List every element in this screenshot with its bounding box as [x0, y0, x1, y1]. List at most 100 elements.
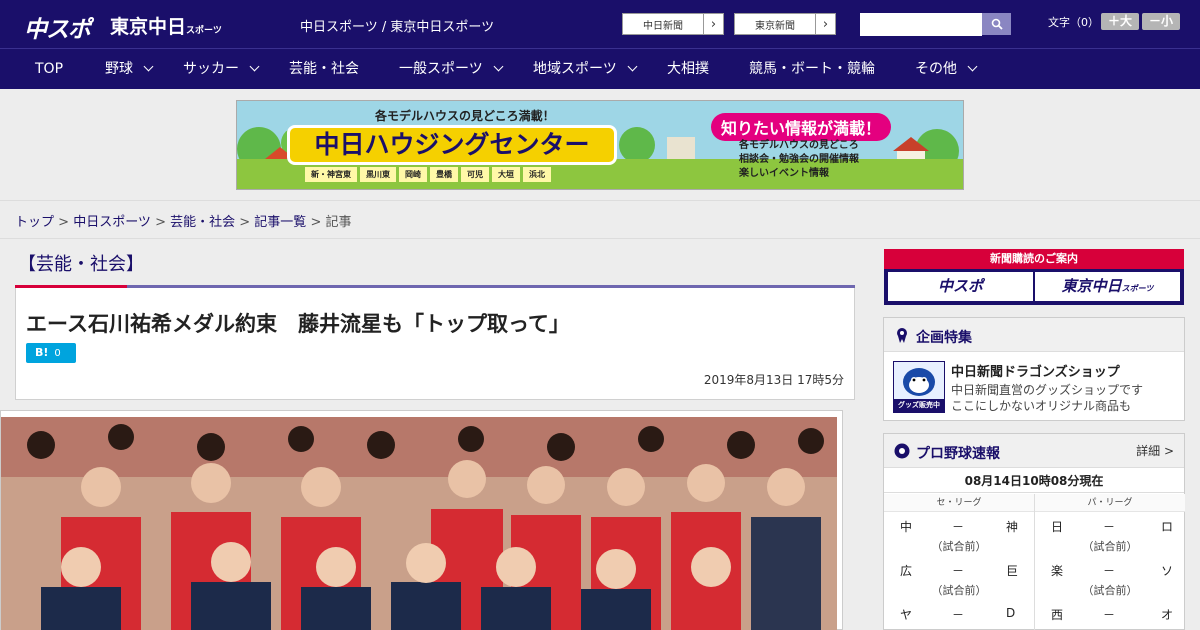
hatena-bookmark-count: 0 [54, 348, 61, 359]
breadcrumb: トップ > 中日スポーツ > 芸能・社会 > 記事一覧 > 記事 [15, 211, 352, 230]
article-title: エース石川祐希メダル約束 藤井流星も「トップ取って」 [26, 312, 570, 336]
breadcrumb-top[interactable]: トップ [15, 215, 54, 230]
subscribe-tokyo-chunichi-button[interactable]: 東京中日スポーツ [1035, 272, 1180, 301]
mascot-icon [903, 368, 935, 396]
banner-city: 可児 [461, 167, 489, 182]
breadcrumb-bar: トップ > 中日スポーツ > 芸能・社会 > 記事一覧 > 記事 [0, 200, 1200, 239]
article-photo-image [1, 417, 837, 630]
banner-city: 大垣 [492, 167, 520, 182]
special-feature-card: 企画特集 グッズ販売中 中日新聞ドラゴンズショップ 中日新聞直営のグッズショップ… [883, 317, 1185, 421]
accent-bar-blue [127, 285, 855, 288]
nav-label: TOP [35, 61, 64, 77]
tokyo-shimbun-link[interactable]: 東京新聞 › [734, 13, 836, 35]
away-team: オ [1161, 608, 1174, 622]
breadcrumb-article-list[interactable]: 記事一覧 [254, 215, 306, 230]
subscribe-tokyo-chunichi-small: スポーツ [1121, 284, 1154, 293]
search-button[interactable] [982, 13, 1011, 35]
hatena-bookmark-button[interactable]: B! 0 [26, 343, 76, 363]
housing-center-ad-banner[interactable]: 各モデルハウスの見どころ満載！ 中日ハウジングセンター 新・神宮東 黒川東 岡崎… [236, 100, 964, 190]
chevron-right-icon: › [815, 14, 835, 34]
game-status: （試合前） [1082, 540, 1138, 553]
score-sep: － [952, 520, 965, 534]
font-larger-button[interactable]: ＋大 [1101, 13, 1139, 30]
game-row[interactable]: 楽 － ソ [1035, 558, 1185, 580]
breadcrumb-sep: > [306, 215, 326, 230]
home-team: 西 [1051, 608, 1064, 622]
article-category: 【芸能・社会】 [18, 254, 144, 275]
nav-item-local-sports[interactable]: 地域スポーツ [533, 49, 638, 89]
banner-info-item: 相談会・勉強会の開催情報 [739, 154, 859, 165]
breadcrumb-current: 記事 [325, 215, 352, 230]
site-title[interactable]: 中日スポーツ / 東京中日スポーツ [300, 16, 494, 35]
subscribe-chuspo-button[interactable]: 中スポ [888, 272, 1033, 301]
article-date: 2019年8月13日 17時5分 [703, 373, 844, 387]
nav-label: サッカー [183, 61, 239, 77]
font-smaller-button[interactable]: －小 [1142, 13, 1180, 30]
breadcrumb-sep: > [150, 215, 171, 230]
dragons-shop-thumbnail[interactable]: グッズ販売中 [893, 361, 945, 413]
chevron-right-icon: › [703, 14, 723, 34]
dragons-shop-link[interactable]: 中日新聞ドラゴンズショップ [951, 361, 1120, 380]
nav-item-baseball[interactable]: 野球 [105, 49, 154, 89]
thumbnail-caption: グッズ販売中 [894, 399, 944, 412]
dragons-shop-desc: 中日新聞直営のグッズショップです [951, 383, 1144, 397]
chevron-down-icon [249, 61, 260, 72]
banner-headline: 各モデルハウスの見どころ満載！ [375, 109, 555, 123]
home-team: 広 [900, 564, 913, 578]
banner-city: 黒川東 [360, 167, 396, 182]
chevron-down-icon [493, 61, 504, 72]
tokyo-shimbun-label: 東京新聞 [755, 20, 795, 32]
nav-item-sumo[interactable]: 大相撲 [667, 49, 709, 89]
search-input[interactable] [860, 14, 982, 36]
banner-city-list: 新・神宮東 黒川東 岡崎 豊橋 可児 大垣 浜北 [305, 167, 551, 182]
nav-item-soccer[interactable]: サッカー [183, 49, 260, 89]
game-status: （試合前） [931, 584, 987, 597]
home-team: 中 [900, 520, 913, 534]
nav-item-general-sports[interactable]: 一般スポーツ [399, 49, 504, 89]
chunichi-shimbun-label: 中日新聞 [643, 20, 683, 32]
nav-label: 競馬・ボート・競輪 [749, 61, 875, 77]
banner-main-title: 中日ハウジングセンター [287, 125, 617, 165]
banner-city: 豊橋 [430, 167, 458, 182]
nav-item-top[interactable]: TOP [35, 49, 63, 89]
score-sep: － [952, 608, 965, 622]
article-photo[interactable] [0, 410, 843, 630]
home-team: 楽 [1051, 564, 1064, 578]
chevron-down-icon [143, 61, 154, 72]
chunichi-shimbun-link[interactable]: 中日新聞 › [622, 13, 724, 35]
accent-bar-red [15, 285, 127, 288]
game-row[interactable]: ヤ － D [884, 602, 1034, 624]
nav-item-entertainment[interactable]: 芸能・社会 [289, 49, 359, 89]
away-team: ロ [1161, 520, 1174, 534]
tokyo-chunichi-logo[interactable]: 東京中日スポーツ [110, 12, 222, 39]
dragons-shop-desc: ここにしかないオリジナル商品も [951, 399, 1132, 413]
score-sep: － [952, 564, 965, 578]
game-row[interactable]: 広 － 巨 [884, 558, 1034, 580]
nav-item-other[interactable]: その他 [915, 49, 978, 89]
away-team: ソ [1161, 564, 1174, 578]
subscription-box: 新聞購読のご案内 中スポ 東京中日スポーツ [884, 249, 1184, 305]
game-row[interactable]: 中 － 神 [884, 514, 1034, 536]
subscribe-chuspo-label: 中スポ [937, 277, 983, 295]
chuspo-logo[interactable]: 中スポ [24, 10, 91, 44]
game-row[interactable]: 日 － ロ [1035, 514, 1185, 536]
game-status: （試合前） [931, 540, 987, 553]
banner-city: 岡崎 [399, 167, 427, 182]
banner-city: 新・神宮東 [305, 167, 357, 182]
breadcrumb-chuspo[interactable]: 中日スポーツ [73, 215, 151, 230]
nav-item-racing[interactable]: 競馬・ボート・競輪 [749, 49, 875, 89]
site-header: 中スポ 東京中日スポーツ 中日スポーツ / 東京中日スポーツ 中日新聞 › 東京… [0, 0, 1200, 48]
breadcrumb-sep: > [235, 215, 255, 230]
scores-detail-link[interactable]: 詳細 > [1136, 442, 1174, 459]
central-league-label: セ・リーグ [884, 494, 1034, 512]
tokyo-chunichi-logo-small: スポーツ [186, 26, 222, 36]
search-icon [991, 18, 1003, 30]
main-nav: TOP 野球 サッカー 芸能・社会 一般スポーツ 地域スポーツ 大相撲 競馬・ボ… [0, 48, 1200, 89]
font-size-label: 文字（0） [1048, 16, 1099, 29]
score-sep: － [1103, 564, 1116, 578]
breadcrumb-entertainment[interactable]: 芸能・社会 [170, 215, 235, 230]
subscription-header: 新聞購読のご案内 [884, 249, 1184, 269]
home-team: ヤ [900, 608, 913, 622]
game-row[interactable]: 西 － オ [1035, 602, 1185, 624]
chevron-down-icon [967, 61, 978, 72]
